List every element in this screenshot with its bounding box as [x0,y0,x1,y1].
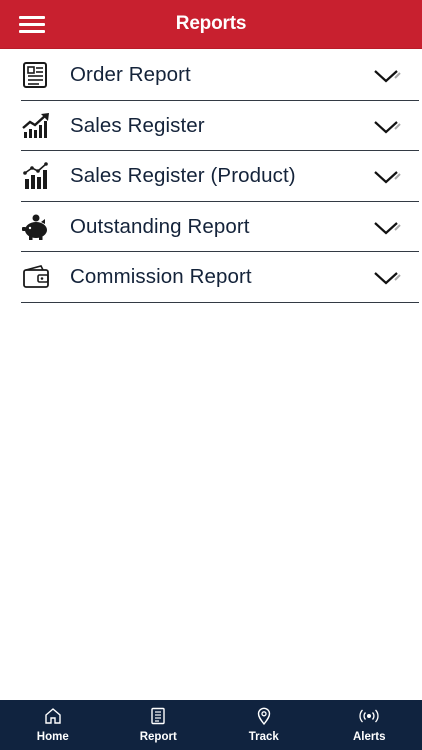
wallet-icon [23,265,49,288]
chevron-down-icon[interactable] [373,218,403,238]
nav-home[interactable]: Home [0,700,106,750]
nav-track-label: Track [248,731,279,743]
nav-alerts[interactable]: Alerts [317,700,422,750]
nav-home-label: Home [36,731,69,743]
trending-up-chart-icon [22,112,49,138]
broadcast-icon [359,709,379,723]
nav-report[interactable]: Report [106,700,212,750]
report-item-label: Order Report [70,63,191,86]
piggy-bank-icon [22,214,47,240]
report-item-commission[interactable]: Commission Report [21,252,419,303]
chevron-down-icon[interactable] [373,66,403,86]
report-icon [151,707,165,725]
report-item-outstanding[interactable]: Outstanding Report [21,202,419,252]
bar-chart-icon [23,162,48,189]
reports-list: Order Report Sales Register Sales Regist… [21,50,419,303]
home-icon [45,708,61,724]
location-pin-icon [257,707,270,725]
chevron-down-icon[interactable] [373,268,403,288]
chevron-down-icon[interactable] [373,167,403,187]
report-item-sales-register[interactable]: Sales Register [21,101,419,151]
report-item-label: Sales Register (Product) [70,164,296,187]
nav-report-label: Report [139,731,177,743]
report-item-label: Outstanding Report [70,214,250,238]
nav-alerts-label: Alerts [352,731,386,743]
report-item-sales-register-product[interactable]: Sales Register (Product) [21,151,419,202]
report-item-label: Commission Report [70,265,252,288]
report-item-order[interactable]: Order Report [21,50,419,101]
page-title: Reports [175,13,247,34]
report-item-label: Sales Register [70,113,205,137]
nav-track[interactable]: Track [211,700,317,750]
bottom-navigation: Home Report Track Alerts [0,700,422,750]
newspaper-icon [23,62,47,88]
chevron-down-icon[interactable] [373,117,403,137]
app-header: Reports [0,0,422,49]
